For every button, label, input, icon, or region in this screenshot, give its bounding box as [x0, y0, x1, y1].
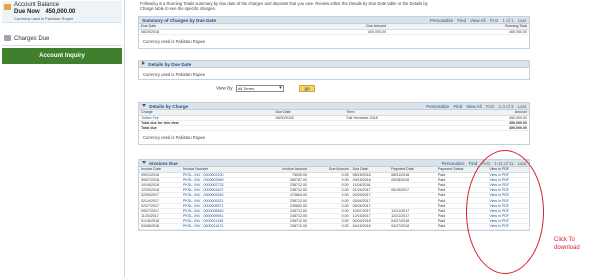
- details-charge-nav: Personalize Find View All First 1-3 of 3…: [423, 103, 526, 110]
- due-amount-cell: 0.00: [309, 223, 351, 230]
- currency-note: Currency used is Pakistan Rupee: [143, 38, 206, 44]
- document-icon: [4, 35, 11, 41]
- find-link[interactable]: Find: [469, 161, 478, 166]
- collapse-icon[interactable]: [142, 161, 146, 164]
- table-row: 08/20/2018 450,000.00 450,000.00: [139, 29, 529, 35]
- view-all-link[interactable]: View All: [466, 104, 481, 109]
- personalize-link[interactable]: Personalize: [442, 161, 465, 166]
- go-button[interactable]: go: [299, 85, 316, 92]
- details-charge-header: Details by Charge Personalize Find View …: [139, 103, 529, 110]
- total-amount: 450,000.00: [457, 125, 529, 132]
- highlight-ellipse: [466, 150, 544, 274]
- summary-panel: Summary of Charges by Due Date Personali…: [138, 16, 530, 49]
- first-link[interactable]: First: [486, 104, 495, 109]
- summary-table: Due Date Due Amount Running Total 08/20/…: [139, 24, 529, 35]
- range-label: 1-3 of 3: [498, 104, 514, 109]
- payment-date-cell: 04/27/2018: [389, 223, 436, 230]
- due-date-cell: 08/20/2018: [139, 29, 259, 35]
- summary-header: Summary of Charges by Due Date Personali…: [139, 17, 529, 24]
- personalize-link[interactable]: Personalize: [430, 18, 453, 23]
- invoice-date-cell: 03/08/2018: [139, 223, 181, 230]
- details-charge-table: Charge Due Date Term Amount Tuition Fee …: [139, 110, 529, 132]
- currency-note: Currency used is Pakistan Rupee: [143, 72, 206, 77]
- term-select-value: All Terms: [237, 86, 255, 91]
- currency-note: Currency used is Pakistan Rupee: [143, 135, 206, 141]
- details-due-panel: Details by Due Date Currency used is Pak…: [138, 60, 530, 80]
- last-link[interactable]: Last: [518, 18, 526, 23]
- sidebar-item-label: Charges Due: [14, 36, 50, 42]
- due-now-label: Due Now: [14, 9, 40, 15]
- term-select[interactable]: All Terms: [235, 85, 284, 92]
- view-by-row: View By All Terms go: [216, 85, 316, 92]
- summary-nav: Personalize Find View All First 1 of 1 L…: [427, 17, 526, 24]
- due-now-row: Due Now 450,000.00: [14, 9, 75, 15]
- invoices-header: Invoices Due Personalize Find First 1-11…: [139, 160, 529, 167]
- view-all-link[interactable]: View All: [470, 18, 485, 23]
- account-balance-label: Account Balance: [14, 2, 60, 8]
- invoice-number-cell[interactable]: PKSL- INV - 0000011674: [180, 223, 259, 230]
- find-link[interactable]: Find: [453, 104, 462, 109]
- total-label: Total due: [139, 125, 274, 132]
- account-balance-summary[interactable]: Account Balance Due Now 450,000.00 Curre…: [2, 1, 122, 23]
- sidebar-item-charges-due[interactable]: Charges Due: [2, 32, 122, 46]
- due-now-amount: 450,000.00: [45, 9, 76, 15]
- find-link[interactable]: Find: [457, 18, 466, 23]
- details-due-header[interactable]: Details by Due Date: [139, 61, 529, 68]
- sidebar: Account Balance Due Now 450,000.00 Curre…: [0, 0, 125, 277]
- invoice-amount-cell: 238712.00: [258, 223, 309, 230]
- table-row: Total due 450,000.00: [139, 125, 529, 132]
- expand-icon[interactable]: [142, 61, 145, 65]
- sidebar-item-account-inquiry[interactable]: Account Inquiry: [2, 48, 122, 64]
- currency-note: Currency used is Pakistan Rupee: [14, 16, 74, 21]
- details-charge-panel: Details by Charge Personalize Find View …: [138, 102, 530, 146]
- first-link[interactable]: First: [490, 18, 499, 23]
- summary-title: Summary of Charges by Due Date: [142, 18, 217, 23]
- due-amount-cell: 450,000.00: [258, 29, 388, 35]
- range-label: 1 of 1: [502, 18, 514, 23]
- running-total-cell: 450,000.00: [388, 29, 529, 35]
- annotation-text: Click To download: [554, 237, 580, 251]
- collapse-icon[interactable]: [142, 104, 146, 107]
- wallet-icon: [4, 4, 11, 10]
- due-date-cell: 04/15/2018: [350, 223, 390, 230]
- details-due-title: Details by Due Date: [148, 62, 192, 67]
- last-link[interactable]: Last: [518, 104, 526, 109]
- intro-text: Following is a Running Totals summary by…: [140, 1, 428, 11]
- invoices-title: Invoices Due: [149, 161, 178, 166]
- view-by-label: View By: [216, 85, 233, 91]
- sidebar-item-label: Account Inquiry: [39, 53, 85, 59]
- details-charge-title: Details by Charge: [149, 104, 189, 109]
- personalize-link[interactable]: Personalize: [426, 104, 449, 109]
